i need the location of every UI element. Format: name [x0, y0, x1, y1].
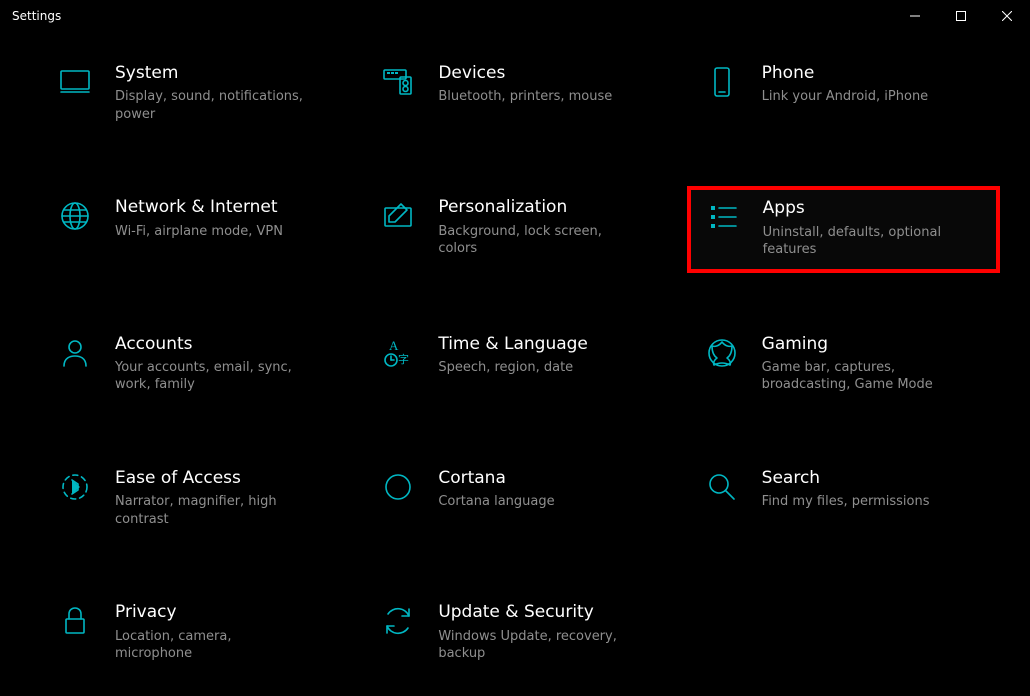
category-desc: Windows Update, recovery, backup: [438, 628, 630, 663]
category-time[interactable]: A字 Time & Language Speech, region, date: [363, 323, 676, 407]
privacy-icon: [53, 602, 97, 638]
category-update[interactable]: Update & Security Windows Update, recover…: [363, 591, 676, 675]
category-desc: Wi-Fi, airplane mode, VPN: [115, 223, 283, 241]
category-desc: Narrator, magnifier, high contrast: [115, 493, 307, 528]
category-ease[interactable]: Ease of Access Narrator, magnifier, high …: [40, 457, 353, 541]
update-icon: [376, 602, 420, 638]
category-title: Phone: [762, 63, 929, 84]
category-phone[interactable]: Phone Link your Android, iPhone: [687, 52, 1000, 136]
category-title: Apps: [763, 198, 955, 219]
category-desc: Cortana language: [438, 493, 554, 511]
search-icon: [700, 468, 744, 504]
accounts-icon: [53, 334, 97, 370]
category-desc: Location, camera, microphone: [115, 628, 307, 663]
category-title: Accounts: [115, 334, 307, 355]
category-title: Ease of Access: [115, 468, 307, 489]
category-desc: Your accounts, email, sync, work, family: [115, 359, 307, 394]
category-desc: Speech, region, date: [438, 359, 588, 377]
titlebar: Settings: [0, 0, 1030, 32]
category-title: System: [115, 63, 307, 84]
svg-text:字: 字: [398, 352, 409, 366]
category-desc: Display, sound, notifications, power: [115, 88, 307, 123]
category-title: Gaming: [762, 334, 954, 355]
categories-grid: System Display, sound, notifications, pow…: [40, 52, 1000, 676]
category-desc: Bluetooth, printers, mouse: [438, 88, 612, 106]
category-desc: Game bar, captures, broadcasting, Game M…: [762, 359, 954, 394]
category-desc: Uninstall, defaults, optional features: [763, 224, 955, 259]
category-personalization[interactable]: Personalization Background, lock screen, …: [363, 186, 676, 272]
gaming-icon: [700, 334, 744, 370]
category-accounts[interactable]: Accounts Your accounts, email, sync, work…: [40, 323, 353, 407]
category-title: Devices: [438, 63, 612, 84]
network-icon: [53, 197, 97, 233]
category-desc: Link your Android, iPhone: [762, 88, 929, 106]
svg-text:A: A: [389, 338, 399, 353]
personalization-icon: [376, 197, 420, 233]
category-title: Time & Language: [438, 334, 588, 355]
category-title: Privacy: [115, 602, 307, 623]
category-search[interactable]: Search Find my files, permissions: [687, 457, 1000, 541]
category-network[interactable]: Network & Internet Wi-Fi, airplane mode, …: [40, 186, 353, 272]
category-gaming[interactable]: Gaming Game bar, captures, broadcasting, …: [687, 323, 1000, 407]
category-devices[interactable]: Devices Bluetooth, printers, mouse: [363, 52, 676, 136]
apps-icon: [701, 198, 745, 234]
devices-icon: [376, 63, 420, 99]
maximize-button[interactable]: [938, 0, 984, 32]
category-title: Personalization: [438, 197, 630, 218]
phone-icon: [700, 63, 744, 99]
category-title: Network & Internet: [115, 197, 283, 218]
category-desc: Background, lock screen, colors: [438, 223, 630, 258]
cortana-icon: [376, 468, 420, 504]
category-cortana[interactable]: Cortana Cortana language: [363, 457, 676, 541]
window-title: Settings: [12, 9, 61, 23]
category-title: Cortana: [438, 468, 554, 489]
category-title: Search: [762, 468, 930, 489]
category-privacy[interactable]: Privacy Location, camera, microphone: [40, 591, 353, 675]
category-system[interactable]: System Display, sound, notifications, pow…: [40, 52, 353, 136]
category-title: Update & Security: [438, 602, 630, 623]
settings-content: System Display, sound, notifications, pow…: [0, 32, 1030, 696]
category-desc: Find my files, permissions: [762, 493, 930, 511]
category-apps[interactable]: Apps Uninstall, defaults, optional featur…: [687, 186, 1000, 272]
minimize-button[interactable]: [892, 0, 938, 32]
time-icon: A字: [376, 334, 420, 370]
ease-icon: [53, 468, 97, 504]
close-button[interactable]: [984, 0, 1030, 32]
system-icon: [53, 63, 97, 99]
